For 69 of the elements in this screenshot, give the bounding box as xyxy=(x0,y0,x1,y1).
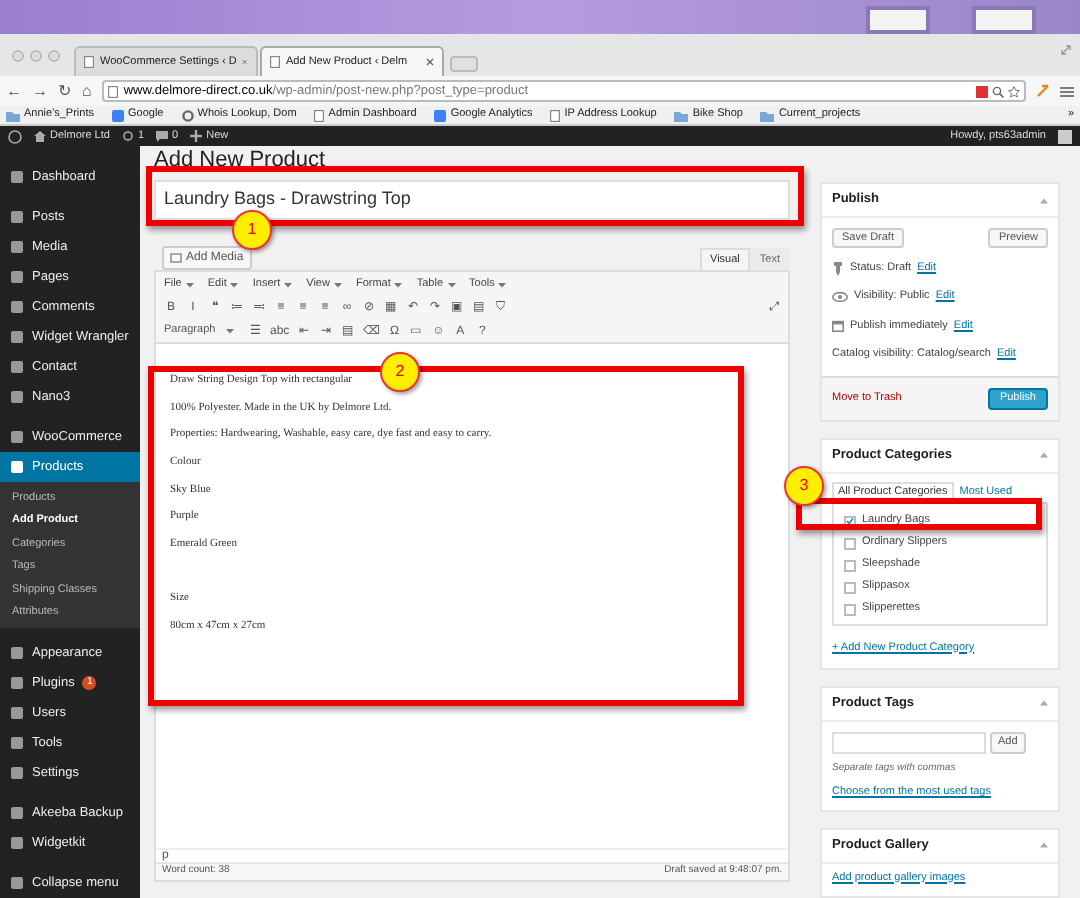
caret-icon xyxy=(230,281,239,287)
page-icon xyxy=(270,56,280,68)
window-thumbnail[interactable] xyxy=(866,6,930,34)
extension-icon[interactable] xyxy=(976,85,988,97)
square-icon xyxy=(10,270,24,284)
caret-icon xyxy=(447,281,456,287)
calendar-icon xyxy=(832,320,844,332)
square-icon xyxy=(10,676,24,690)
site-icon xyxy=(434,109,447,121)
square-icon xyxy=(10,766,24,780)
caret-icon xyxy=(498,281,507,287)
caret-icon xyxy=(226,328,234,334)
page-icon xyxy=(84,56,94,68)
square-icon xyxy=(10,300,24,314)
square-icon xyxy=(10,706,24,720)
logo-icon[interactable] xyxy=(8,129,22,143)
caret-icon xyxy=(394,281,403,287)
star-icon[interactable] xyxy=(1008,85,1020,97)
close-icon[interactable] xyxy=(426,58,434,66)
eye-icon xyxy=(832,292,848,302)
checkbox[interactable] xyxy=(844,559,856,571)
square-icon xyxy=(10,210,24,224)
window-thumbnail[interactable] xyxy=(972,6,1036,34)
caret-icon xyxy=(284,281,293,287)
square-icon xyxy=(10,806,24,820)
check-icon xyxy=(846,516,854,526)
checkbox[interactable] xyxy=(844,537,856,549)
close-icon[interactable] xyxy=(242,58,248,66)
nav-button[interactable]: → xyxy=(32,83,48,99)
square-icon xyxy=(10,170,24,184)
fullscreen-icon[interactable] xyxy=(1060,44,1072,56)
menu-icon[interactable] xyxy=(1060,85,1074,97)
checkbox[interactable] xyxy=(844,581,856,593)
square-icon xyxy=(10,330,24,344)
tag-field[interactable] xyxy=(832,731,986,754)
caret-icon xyxy=(333,281,342,287)
square-icon xyxy=(10,876,24,890)
square-icon xyxy=(10,390,24,404)
page-icon xyxy=(550,109,561,121)
collapse-icon[interactable] xyxy=(1040,197,1048,203)
square-icon xyxy=(10,736,24,750)
plus-icon xyxy=(190,130,203,142)
collapse-icon[interactable] xyxy=(1040,452,1048,458)
page-icon xyxy=(107,85,118,97)
avatar-icon[interactable] xyxy=(1058,129,1072,143)
square-icon xyxy=(10,430,24,444)
square-icon xyxy=(10,240,24,254)
checkbox[interactable] xyxy=(844,603,856,615)
square-icon xyxy=(10,460,24,474)
caret-icon xyxy=(185,281,194,287)
search-icon[interactable] xyxy=(992,85,1004,97)
square-icon xyxy=(10,646,24,660)
nav-button[interactable]: ↻ xyxy=(58,83,72,99)
collapse-icon[interactable] xyxy=(1040,842,1048,848)
new-tab-button[interactable] xyxy=(450,56,478,72)
square-icon xyxy=(10,836,24,850)
home-icon xyxy=(34,130,46,142)
page-icon xyxy=(314,109,325,121)
collapse-icon[interactable] xyxy=(1040,700,1048,707)
nav-button[interactable]: ← xyxy=(6,83,22,99)
square-icon xyxy=(10,360,24,374)
title-field[interactable]: Laundry Bags - Drawstring Top xyxy=(154,180,790,220)
nav-button[interactable]: ⌂ xyxy=(82,83,92,99)
comment-icon xyxy=(156,130,169,142)
page-heading: Add New Product xyxy=(154,148,328,174)
site-icon xyxy=(112,109,124,121)
extension-icon[interactable] xyxy=(1036,84,1050,98)
media-icon xyxy=(170,252,182,264)
pin-icon xyxy=(832,261,844,275)
